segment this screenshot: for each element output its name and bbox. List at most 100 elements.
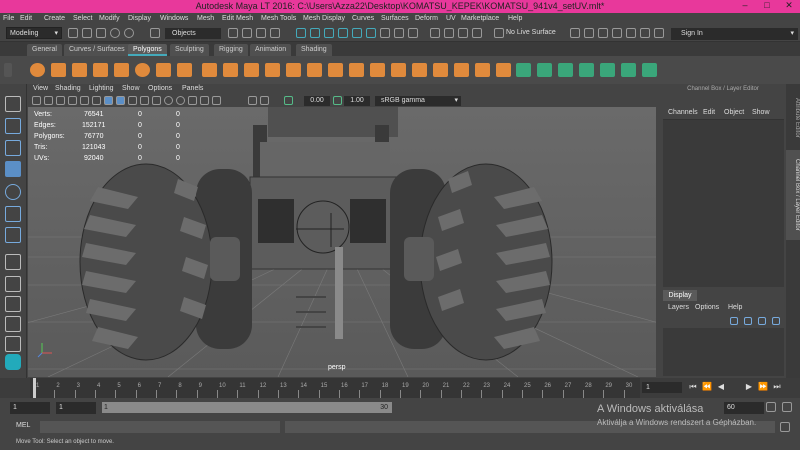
layer-menu-layers[interactable]: Layers bbox=[668, 304, 689, 311]
shelf-tab-polygons[interactable]: Polygons bbox=[128, 44, 167, 56]
film-gate-icon[interactable] bbox=[92, 96, 101, 105]
select-by-hierarchy-icon[interactable] bbox=[150, 28, 160, 38]
four-view-layout-icon[interactable] bbox=[5, 276, 21, 292]
mirror-icon[interactable] bbox=[307, 63, 322, 77]
current-time-indicator[interactable] bbox=[33, 378, 36, 398]
close-button[interactable]: ✕ bbox=[778, 0, 800, 13]
make-live-icon[interactable] bbox=[366, 28, 376, 38]
xray-components-icon[interactable] bbox=[260, 96, 269, 105]
single-perspective-layout-icon[interactable] bbox=[5, 254, 21, 270]
channel-box-menu-edit[interactable]: Edit bbox=[703, 109, 715, 116]
layer-list[interactable] bbox=[663, 328, 784, 376]
live-surface-icon[interactable] bbox=[494, 28, 504, 38]
script-editor-icon[interactable] bbox=[780, 422, 790, 432]
viewport-menu-show[interactable]: Show bbox=[122, 85, 140, 92]
menu-mesh-display[interactable]: Mesh Display bbox=[303, 15, 345, 22]
smooth-icon[interactable] bbox=[265, 63, 280, 77]
poly-plane-icon[interactable] bbox=[114, 63, 129, 77]
menu-select[interactable]: Select bbox=[73, 15, 92, 22]
scale-tool-icon[interactable] bbox=[5, 206, 21, 222]
time-slider-track[interactable]: 1 2 3 4 5 6 7 8 9 10 11 12 13 14 15 16 17 18 19 20 21 22 23 24 2… bbox=[30, 378, 640, 398]
uv-editor-shelf-icon[interactable] bbox=[600, 63, 615, 77]
render-settings-icon[interactable] bbox=[472, 28, 482, 38]
menu-edit[interactable]: Edit bbox=[20, 15, 32, 22]
step-back-key-button[interactable]: ⏪ bbox=[702, 382, 712, 392]
shelf-tab-general[interactable]: General bbox=[27, 44, 62, 56]
select-edge-icon[interactable] bbox=[270, 28, 280, 38]
menu-curves[interactable]: Curves bbox=[352, 15, 374, 22]
new-layer-icon[interactable] bbox=[730, 317, 738, 325]
checker-map-icon[interactable] bbox=[621, 63, 636, 77]
menu-help[interactable]: Help bbox=[508, 15, 522, 22]
menu-surfaces[interactable]: Surfaces bbox=[381, 15, 409, 22]
script-icon[interactable] bbox=[626, 28, 636, 38]
camera-icon[interactable] bbox=[584, 28, 594, 38]
menu-windows[interactable]: Windows bbox=[160, 15, 188, 22]
ipr-render-icon[interactable] bbox=[458, 28, 468, 38]
layer-menu-options[interactable]: Options bbox=[695, 304, 719, 311]
shelf-options-icon[interactable] bbox=[4, 63, 12, 77]
extrude-icon[interactable] bbox=[370, 63, 385, 77]
render-view-icon[interactable] bbox=[430, 28, 440, 38]
shelf-tab-animation[interactable]: Animation bbox=[250, 44, 292, 56]
start-time-field[interactable]: 1 bbox=[10, 402, 50, 414]
playback-start-field[interactable]: 1 bbox=[56, 402, 96, 414]
move-layer-down-icon[interactable] bbox=[772, 317, 780, 325]
gamma-icon[interactable] bbox=[333, 96, 342, 105]
time-slider[interactable]: 1 2 3 4 5 6 7 8 9 10 11 12 13 14 15 16 17 18 19 20 21 22 23 24 2… bbox=[0, 378, 800, 398]
reduce-icon[interactable] bbox=[286, 63, 301, 77]
poly-cube-icon[interactable] bbox=[51, 63, 66, 77]
poly-prism-icon[interactable] bbox=[156, 63, 171, 77]
selection-mask-field[interactable]: Objects bbox=[165, 28, 221, 39]
bridge-icon[interactable] bbox=[391, 63, 406, 77]
ambient-occlusion-icon[interactable] bbox=[176, 96, 185, 105]
current-frame-field[interactable]: 1 bbox=[642, 382, 682, 393]
poly-cone-icon[interactable] bbox=[93, 63, 108, 77]
shelf-tab-shading[interactable]: Shading bbox=[296, 44, 332, 56]
poly-pipe-icon[interactable] bbox=[177, 63, 192, 77]
grid-icon[interactable] bbox=[80, 96, 89, 105]
cleanup-icon[interactable] bbox=[328, 63, 343, 77]
input-ops-icon[interactable] bbox=[394, 28, 404, 38]
maximize-button[interactable]: □ bbox=[756, 0, 778, 13]
persp-hypershade-layout-icon[interactable] bbox=[5, 336, 21, 352]
planar-mapping-icon[interactable] bbox=[516, 63, 531, 77]
layer-menu-help[interactable]: Help bbox=[728, 304, 742, 311]
cylindrical-mapping-icon[interactable] bbox=[537, 63, 552, 77]
menu-display[interactable]: Display bbox=[128, 15, 151, 22]
image-plane-icon[interactable] bbox=[68, 96, 77, 105]
exposure-icon[interactable] bbox=[284, 96, 293, 105]
undo-icon[interactable] bbox=[110, 28, 120, 38]
bookmarks-icon[interactable] bbox=[56, 96, 65, 105]
maya-logo-icon[interactable] bbox=[5, 354, 21, 370]
move-tool-icon[interactable] bbox=[5, 161, 21, 177]
boolean-icon[interactable] bbox=[244, 63, 259, 77]
viewport-menu-options[interactable]: Options bbox=[148, 85, 172, 92]
xray-joints-icon[interactable] bbox=[248, 96, 257, 105]
paint-select-tool-icon[interactable] bbox=[5, 140, 21, 156]
xray-icon[interactable] bbox=[212, 96, 221, 105]
camera-attributes-icon[interactable] bbox=[44, 96, 53, 105]
target-weld-icon[interactable] bbox=[475, 63, 490, 77]
menu-deform[interactable]: Deform bbox=[415, 15, 438, 22]
symmetry-icon[interactable] bbox=[570, 28, 580, 38]
bevel-icon[interactable] bbox=[412, 63, 427, 77]
new-layer-selected-icon[interactable] bbox=[744, 317, 752, 325]
menu-edit-mesh[interactable]: Edit Mesh bbox=[222, 15, 253, 22]
animation-preferences-icon[interactable] bbox=[782, 402, 792, 412]
play-forwards-button[interactable]: ▶ bbox=[744, 382, 754, 392]
exposure-field[interactable]: 0.00 bbox=[304, 96, 330, 106]
spherical-mapping-icon[interactable] bbox=[558, 63, 573, 77]
menu-marketplace[interactable]: Marketplace bbox=[461, 15, 499, 22]
command-input[interactable] bbox=[40, 421, 280, 433]
output-ops-icon[interactable] bbox=[408, 28, 418, 38]
sign-in-field[interactable]: Sign In ▾ bbox=[671, 28, 798, 40]
preferences-icon[interactable] bbox=[654, 28, 664, 38]
sculpt-icon[interactable] bbox=[612, 28, 622, 38]
open-scene-icon[interactable] bbox=[82, 28, 92, 38]
select-mode-icon[interactable] bbox=[228, 28, 238, 38]
command-language-label[interactable]: MEL bbox=[16, 422, 30, 429]
menu-file[interactable]: File bbox=[3, 15, 14, 22]
rotate-tool-icon[interactable] bbox=[5, 184, 21, 200]
minimize-button[interactable]: – bbox=[734, 0, 756, 13]
